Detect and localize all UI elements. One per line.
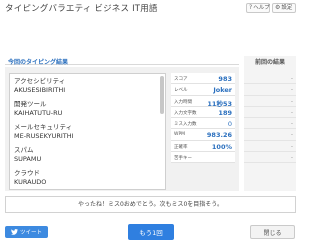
stat-value: 0	[227, 120, 232, 129]
stat-value: 983	[218, 75, 232, 83]
previous-row: -	[244, 152, 296, 164]
current-results-heading: 今回のタイピング結果	[8, 59, 69, 66]
retry-button[interactable]: もう1回	[128, 224, 174, 240]
stat-label: スコア	[174, 77, 188, 82]
title-bar: タイピングバラエティ ビジネス IT用語 ? ヘルプ ⚙ 設定	[0, 0, 300, 15]
help-button[interactable]: ? ヘルプ	[246, 3, 270, 13]
previous-row: -	[244, 118, 296, 130]
previous-results-header: 前回の結果	[244, 56, 296, 66]
previous-value: -	[290, 142, 293, 150]
stat-row-weak-keys: 苦手キー	[171, 152, 235, 164]
word-japanese: メールセキュリティ	[14, 123, 73, 131]
stat-value: Joker	[213, 86, 232, 95]
gear-icon: ⚙	[275, 4, 281, 11]
word-list-scrollbar[interactable]	[160, 76, 164, 114]
previous-value: -	[290, 154, 293, 162]
tweet-button[interactable]: ツイート	[5, 226, 48, 238]
word-japanese: アクセシビリティ	[14, 77, 66, 85]
stat-value: 983.26	[206, 131, 232, 140]
close-label: 閉じる	[263, 229, 282, 237]
stat-label: 正確率	[174, 144, 188, 150]
list-item: アクセシビリティ AKUSESIBIRITHI	[10, 74, 165, 97]
settings-button[interactable]: ⚙ 設定	[272, 3, 296, 13]
bird-icon	[10, 229, 18, 235]
tweet-label: ツイート	[19, 230, 42, 236]
stat-label: レベル	[174, 88, 188, 94]
stat-label: 入力時間	[174, 99, 192, 105]
word-japanese: クラウド	[14, 169, 40, 177]
previous-row: -	[244, 84, 296, 96]
question-icon: ?	[249, 4, 253, 11]
current-results-body: アクセシビリティ AKUSESIBIRITHI 開発ツール KAIHATUTU-…	[5, 67, 239, 191]
word-romaji: SUPAMU	[14, 155, 42, 163]
word-japanese: スパム	[14, 146, 34, 154]
retry-label: もう1回	[139, 229, 163, 237]
previous-results-heading: 前回の結果	[254, 59, 285, 66]
result-window: タイピングバラエティ ビジネス IT用語 ? ヘルプ ⚙ 設定 今回のタイピング…	[0, 0, 300, 248]
previous-value: -	[290, 97, 293, 105]
stat-row-level: レベル Joker	[171, 84, 235, 96]
list-item: スパム SUPAMU	[10, 143, 165, 166]
previous-results-panel: 前回の結果 - - - - - - - -	[244, 56, 296, 191]
list-item: 開発ツール KAIHATUTU-RU	[10, 97, 165, 120]
previous-row: -	[244, 141, 296, 153]
previous-value: -	[290, 120, 293, 128]
stat-row-chars: 入力文字数 189	[171, 106, 235, 119]
previous-row: -	[244, 96, 296, 107]
window-title: タイピングバラエティ ビジネス IT用語	[5, 4, 158, 14]
previous-results-column: - - - - - - - -	[244, 73, 296, 164]
stat-label: WPM	[174, 132, 186, 138]
word-romaji: AKUSESIBIRITHI	[14, 86, 66, 94]
stat-row-misses: ミス入力数 0	[171, 118, 235, 130]
settings-label: 設定	[281, 5, 293, 11]
previous-row: -	[244, 73, 296, 85]
word-romaji: KAIHATUTU-RU	[14, 109, 63, 117]
result-message: やったね！ミス0おめでとう。次もミス0を目指そう。	[5, 196, 296, 213]
previous-row: -	[244, 129, 296, 141]
stat-value: 100%	[211, 142, 232, 151]
stat-label: ミス入力数	[174, 122, 197, 128]
previous-row: -	[244, 107, 296, 119]
stat-value: 189	[218, 108, 232, 117]
word-japanese: 開発ツール	[14, 100, 47, 108]
help-label: ヘルプ	[253, 5, 270, 11]
word-romaji: ME-RUSEKYURITHI	[14, 132, 74, 140]
previous-value: -	[290, 75, 293, 82]
previous-value: -	[290, 131, 293, 139]
close-button[interactable]: 閉じる	[250, 225, 295, 239]
current-results-panel: 今回のタイピング結果 アクセシビリティ AKUSESIBIRITHI 開発ツール…	[5, 56, 239, 191]
list-item: メールセキュリティ ME-RUSEKYURITHI	[10, 120, 165, 143]
stat-row-accuracy: 正確率 100%	[171, 140, 235, 153]
stat-label: 入力文字数	[174, 110, 197, 116]
stat-label: 苦手キー	[174, 156, 192, 162]
current-results-header: 今回のタイピング結果	[5, 56, 239, 66]
stats-table: スコア 983 レベル Joker 入力時間 11秒53 入力文字数 189 ミ…	[171, 73, 235, 190]
stat-row-score: スコア 983	[171, 73, 235, 85]
stat-row-wpm: WPM 983.26	[171, 129, 235, 141]
word-romaji: KURAUDO	[14, 178, 47, 186]
list-item: クラウド KURAUDO	[10, 166, 165, 189]
typed-word-list[interactable]: アクセシビリティ AKUSESIBIRITHI 開発ツール KAIHATUTU-…	[9, 73, 166, 190]
stat-row-time: 入力時間 11秒53	[171, 95, 235, 108]
previous-value: -	[290, 86, 293, 94]
previous-value: -	[290, 108, 293, 116]
